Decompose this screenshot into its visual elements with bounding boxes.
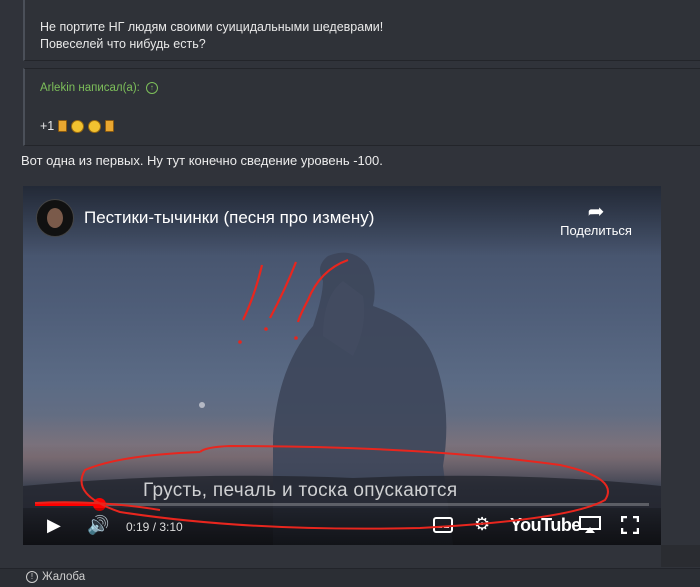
report-label: Жалоба (42, 571, 86, 583)
player-controls: ▶ 🔊 0:19 / 3:10 ⚙ YouTube (23, 508, 661, 545)
settings-gear-icon[interactable]: ⚙ (474, 514, 490, 535)
video-subtitle: Грусть, печаль и тоска опускаются (143, 480, 458, 501)
post-footer: ! Жалоба (0, 568, 700, 587)
smile-emoji-icon (88, 119, 102, 133)
quote-body: +1 (40, 119, 115, 133)
youtube-logo[interactable]: YouTube (510, 515, 581, 536)
forum-post: Не портите НГ людям своими суицидальными… (0, 0, 700, 568)
share-button[interactable]: ➦ Поделиться (551, 201, 641, 238)
resize-corner (661, 545, 700, 567)
share-label: Поделиться (560, 223, 632, 238)
beer-emoji-icon (105, 120, 115, 132)
share-icon: ➦ (587, 201, 605, 223)
video-title[interactable]: Пестики-тычинки (песня про измену) (84, 208, 374, 228)
progress-bar[interactable] (35, 498, 649, 511)
info-icon: ! (26, 571, 38, 583)
quote-text: +1 (40, 119, 55, 133)
quote-author[interactable]: Arlekin написал(а): ↑ (40, 82, 158, 94)
youtube-embed[interactable]: Пестики-тычинки (песня про измену) ➦ Под… (23, 186, 661, 545)
report-link[interactable]: ! Жалоба (26, 571, 85, 583)
fullscreen-icon[interactable] (620, 515, 640, 539)
previous-quote-line-2: Повеселей что нибудь есть? (40, 37, 206, 51)
channel-avatar[interactable] (36, 199, 74, 237)
play-icon[interactable]: ▶ (47, 515, 61, 536)
arrow-up-icon[interactable]: ↑ (145, 82, 158, 94)
quote-author-label: Arlekin написал(а): (40, 82, 140, 94)
subtitles-icon[interactable] (433, 517, 453, 538)
time-display: 0:19 / 3:10 (126, 520, 183, 534)
beer-emoji-icon (58, 120, 68, 132)
previous-quote-line-1: Не портите НГ людям своими суицидальными… (40, 20, 384, 34)
smile-emoji-icon (71, 119, 85, 133)
quote-block: Arlekin написал(а): ↑ +1 (23, 68, 700, 146)
volume-icon[interactable]: 🔊 (87, 515, 109, 536)
progress-fill (35, 503, 100, 506)
airplay-icon[interactable] (579, 516, 601, 539)
previous-quote-block: Не портите НГ людям своими суицидальными… (23, 0, 700, 61)
post-text: Вот одна из первых. Ну тут конечно сведе… (21, 153, 383, 168)
